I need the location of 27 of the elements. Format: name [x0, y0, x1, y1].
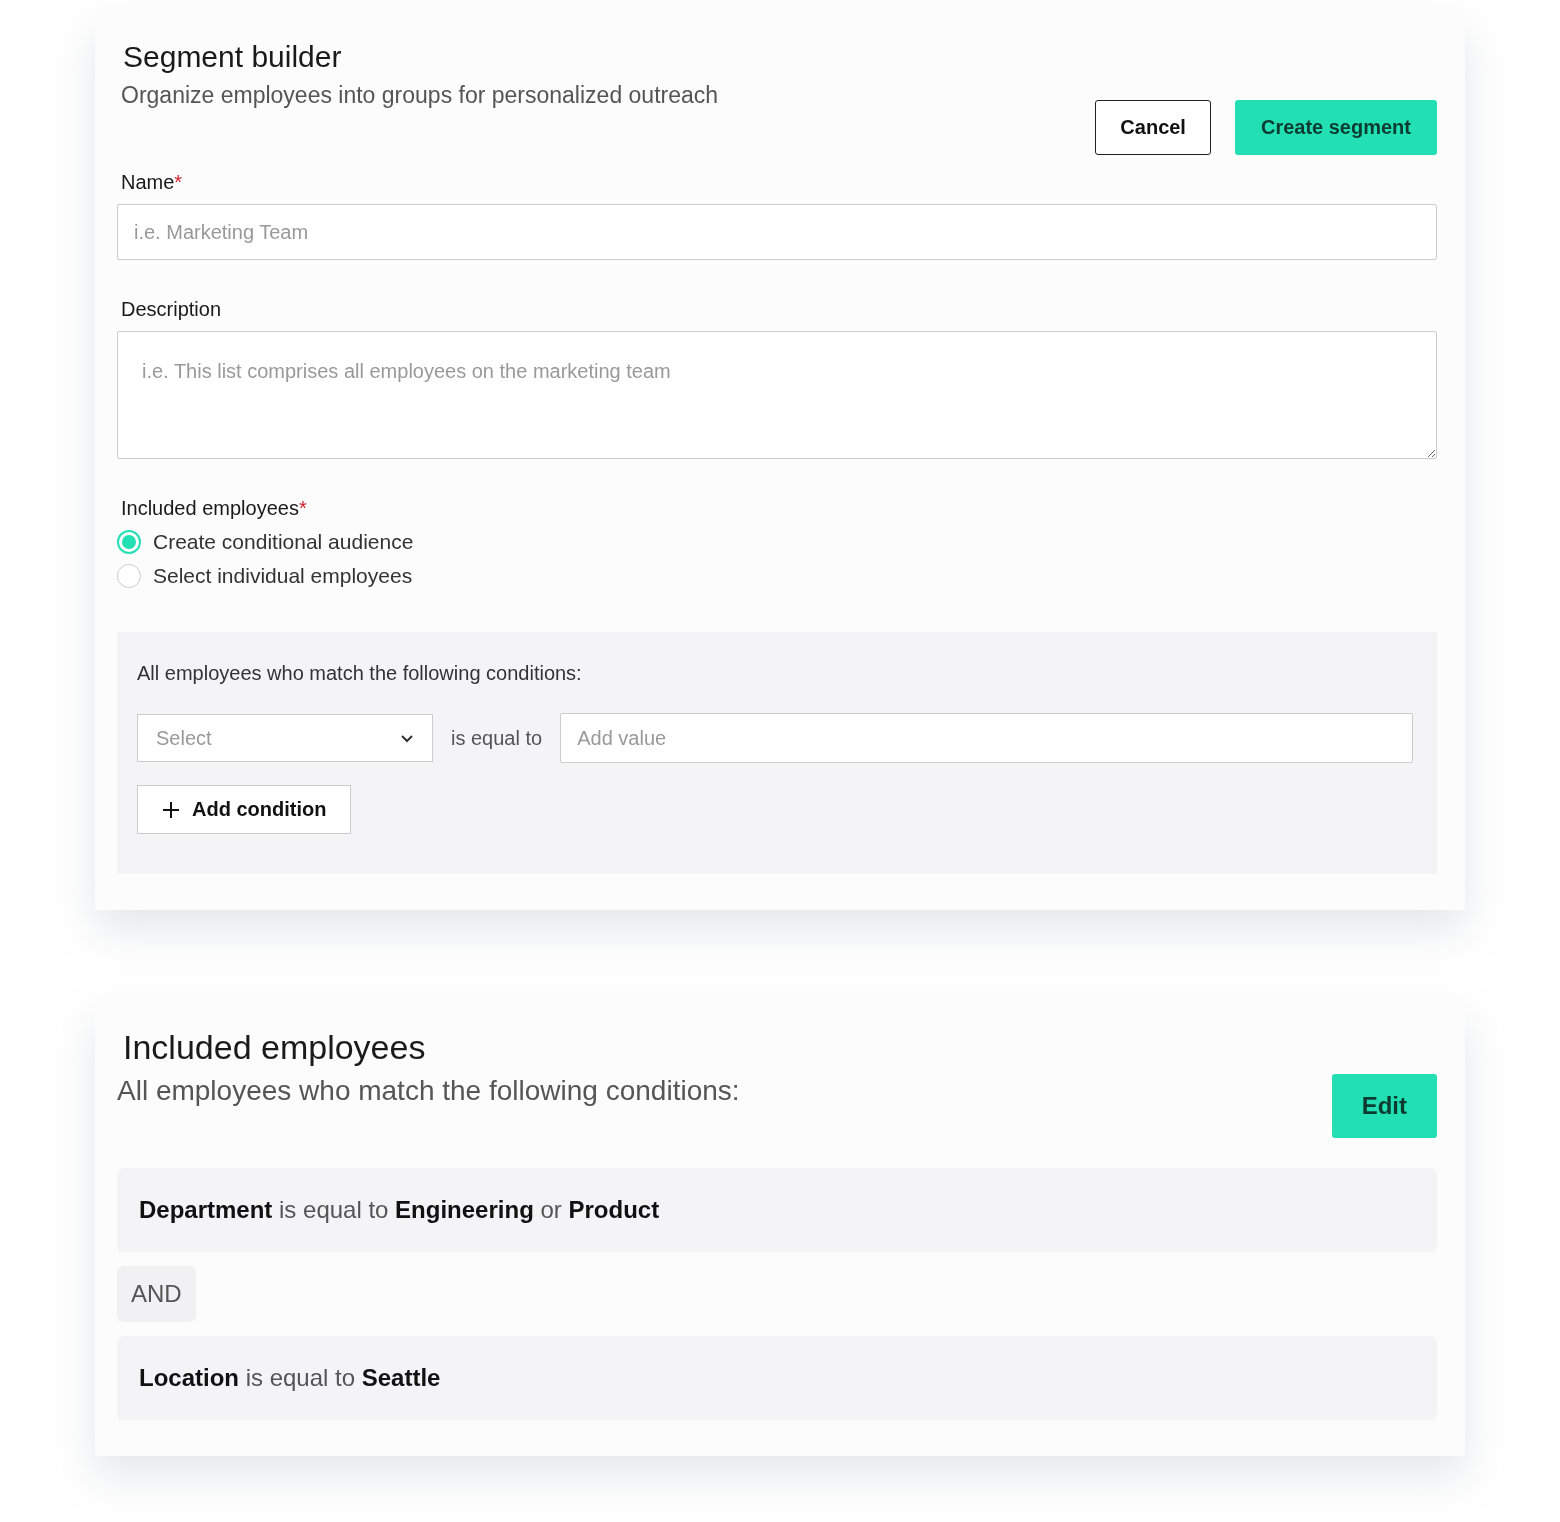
panel-heading: All employees who match the following conditions:: [137, 662, 583, 685]
operator-text: is equal to: [451, 726, 543, 750]
create-button[interactable]: Create segment: [1234, 100, 1437, 155]
plus-icon: [162, 800, 180, 819]
field-label: Name*: [121, 171, 184, 194]
page-subtitle: Organize employees into groups for personalized outreach: [121, 82, 719, 109]
radio-button[interactable]: [117, 564, 141, 588]
section-subtitle: All employees who match the following conditions:: [117, 1075, 740, 1107]
value-field[interactable]: Add value: [560, 713, 1413, 763]
page-title: Segment builder: [123, 40, 343, 74]
section-title: Included employees: [123, 1028, 427, 1067]
radio-button[interactable]: [117, 530, 141, 554]
radio-label[interactable]: Create conditional audience: [153, 530, 414, 554]
edit-button[interactable]: Edit: [1331, 1074, 1437, 1138]
condition-row: Department is equal to Engineering or Product: [117, 1168, 1437, 1252]
required-mark: *: [174, 171, 183, 193]
required-mark: *: [298, 497, 307, 519]
chevron-down-icon: [400, 733, 414, 743]
radio-label[interactable]: Select individual employees: [153, 564, 413, 588]
field-label: Description: [121, 298, 223, 321]
field-label: Included employees*: [121, 497, 308, 520]
description-field[interactable]: i.e. This list comprises all employees on the marketing team: [117, 331, 1437, 459]
name-field[interactable]: i.e. Marketing Team: [117, 204, 1437, 260]
and-chip: AND: [117, 1266, 196, 1322]
cancel-button[interactable]: Cancel: [1095, 100, 1211, 155]
condition-row: Location is equal to Seattle: [117, 1336, 1437, 1420]
add-condition-button[interactable]: Add condition: [137, 785, 352, 834]
